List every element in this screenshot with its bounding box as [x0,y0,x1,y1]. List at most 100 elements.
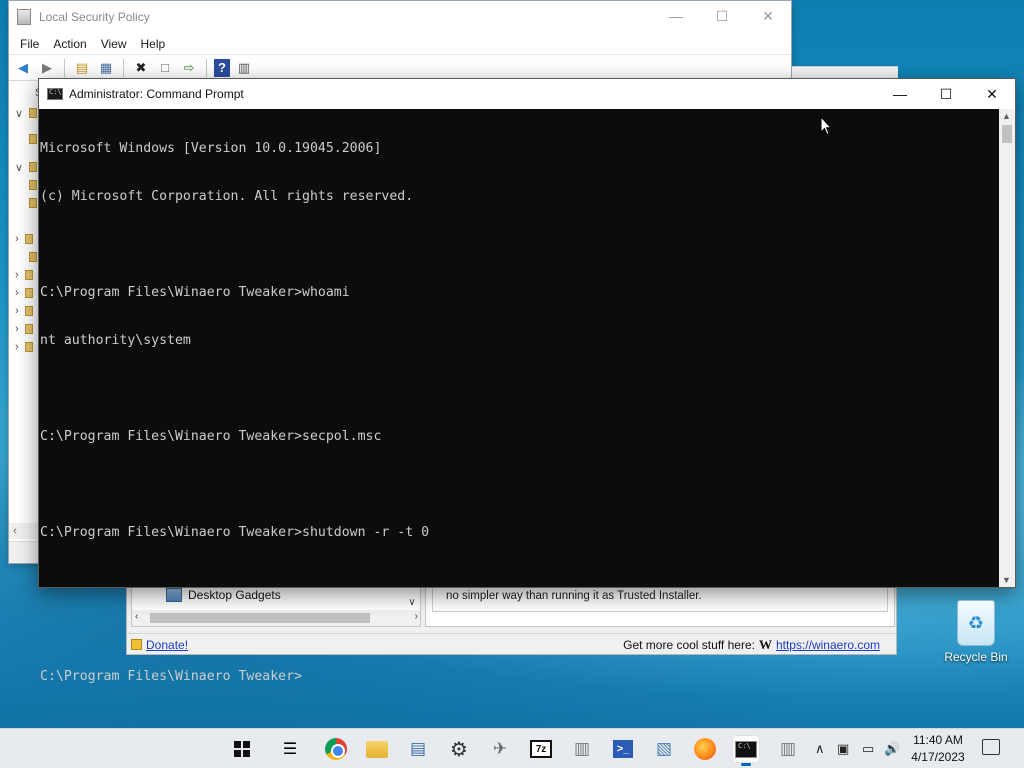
taskbar-clock[interactable]: 11:40 AM 4/17/2023 [902,732,974,766]
console-line: (c) Microsoft Corporation. All rights re… [40,189,414,204]
network-icon[interactable]: ▭ [862,729,874,768]
cmd-title-bar[interactable]: Administrator: Command Prompt [39,79,1015,109]
export-list-icon[interactable]: ⇨ [179,59,199,77]
lsp-close-button[interactable]: ✕ [745,1,791,31]
folder-icon [24,288,33,298]
lsp-minimize-button[interactable]: — [653,1,699,31]
folder-icon [29,108,38,118]
chevron-right-icon: › [15,287,19,299]
console-prompt-line[interactable]: C:\Program Files\Winaero Tweaker> [40,669,1001,685]
chevron-right-icon: › [15,269,19,281]
command-prompt-icon [47,88,63,100]
tree-item[interactable] [15,195,39,211]
help-icon[interactable]: ? [214,58,230,77]
task-view-icon[interactable]: ☰ [276,735,304,763]
folder-icon [24,342,33,352]
chevron-right-icon: › [15,233,19,245]
lsp-maximize-button[interactable]: ☐ [699,1,745,31]
folder-icon [24,306,33,316]
volume-icon[interactable]: 🔊 [884,729,900,768]
firefox-taskbar-button[interactable] [691,735,719,763]
file-explorer-taskbar-button[interactable] [363,735,391,763]
taskbar: ☰ ▤ ⚙ ✈ 7z ▥ >_ ▧ C:\ ▥ ∧ ▣ ▭ 🔊 11:40 AM… [0,728,1024,768]
folder-icon [29,162,38,172]
tree-item[interactable] [15,177,39,193]
tree-item[interactable]: ∨ [15,159,39,175]
tree-item[interactable] [15,131,39,147]
settings-icon[interactable]: ⚙ [445,735,473,763]
powershell-icon: >_ [613,740,633,758]
clock-time: 11:40 AM [913,733,963,747]
cmd-close-button[interactable]: ✕ [969,79,1015,109]
lsp-caption-buttons: — ☐ ✕ [653,1,791,31]
command-prompt-window[interactable]: Administrator: Command Prompt — ☐ ✕ Micr… [38,78,1016,684]
folder-icon [29,134,37,144]
recycle-bin-shortcut[interactable]: ♻ Recycle Bin [940,600,1012,664]
chevron-down-icon: ∨ [15,161,24,174]
menu-file[interactable]: File [13,37,46,51]
tree-item[interactable] [15,249,39,265]
mouse-pointer-icon [820,116,832,136]
scroll-left-icon[interactable]: ‹ [13,525,17,537]
tree-item[interactable]: › [15,339,39,355]
lsp-console-tree: S ∨ ∨ › › › › › › [9,83,42,543]
notification-center-icon[interactable] [982,739,1000,755]
folder-icon [29,198,37,208]
chrome-icon [325,738,347,760]
tray-app-icon[interactable]: ▣ [837,729,849,768]
properties-icon[interactable]: □ [155,59,175,77]
tree-item[interactable]: › [15,303,39,319]
cmd-minimize-button[interactable]: — [877,79,923,109]
scroll-down-icon[interactable]: ▼ [1002,575,1011,585]
console-tree-icon[interactable]: ▥ [234,59,254,77]
menu-action[interactable]: Action [46,37,93,51]
windows-logo-icon [234,741,250,757]
delete-icon[interactable]: ✖ [131,59,151,77]
chevron-down-icon: ∨ [15,107,24,120]
menu-help[interactable]: Help [134,37,173,51]
show-hide-tree-icon[interactable]: ▦ [96,59,116,77]
tree-item[interactable]: › [15,285,39,301]
toolbar-separator [206,58,207,77]
show-hidden-icons-icon[interactable]: ∧ [815,729,825,768]
ribbon-icon[interactable]: ✈ [486,735,514,763]
menu-view[interactable]: View [94,37,134,51]
winaero-tweaker-icon[interactable]: ▤ [404,735,432,763]
tree-item[interactable]: › [15,231,39,247]
recycle-bin-label: Recycle Bin [944,650,1008,664]
folder-icon [29,252,37,262]
security-policy-icon[interactable]: ▥ [774,735,802,763]
lsp-horizontal-scrollbar[interactable]: ‹ [9,523,39,539]
chevron-right-icon: › [15,341,19,353]
cmd-maximize-button[interactable]: ☐ [923,79,969,109]
tree-root[interactable]: S [15,85,42,101]
folder-icon [24,270,33,280]
powershell-taskbar-button[interactable]: >_ [609,735,637,763]
start-button[interactable] [228,735,256,763]
clock-date: 4/17/2023 [911,750,965,764]
tree-item[interactable]: › [15,267,39,283]
tree-item[interactable]: › [15,321,39,337]
forward-arrow-icon[interactable]: ▶ [37,59,57,77]
scroll-thumb[interactable] [1002,125,1012,143]
command-prompt-taskbar-button[interactable]: C:\ [732,735,760,766]
back-arrow-icon[interactable]: ◀ [13,59,33,77]
7zip-taskbar-button[interactable]: 7z [527,735,555,763]
console-line: C:\Program Files\Winaero Tweaker>shutdow… [40,525,430,540]
chrome-taskbar-button[interactable] [322,735,350,763]
scroll-up-icon[interactable]: ▲ [1002,111,1011,121]
resource-monitor-icon[interactable]: ▧ [650,735,678,763]
folder-icon [24,324,33,334]
tree-item[interactable]: ∨ [15,105,39,121]
toolbar-separator [64,58,65,77]
secpol-icon[interactable]: ▥ [568,735,596,763]
cmd-vertical-scrollbar[interactable]: ▲ ▼ [999,109,1015,587]
up-folder-icon[interactable]: ▤ [72,59,92,77]
lsp-menu-bar: File Action View Help [9,33,791,55]
folder-icon [24,234,33,244]
console-output[interactable]: Microsoft Windows [Version 10.0.19045.20… [39,109,1001,684]
command-prompt-icon: C:\ [735,740,757,758]
